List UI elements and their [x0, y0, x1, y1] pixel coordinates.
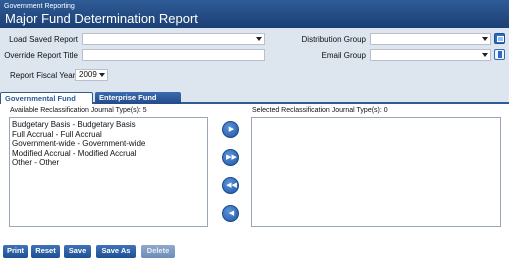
reset-button[interactable]: Reset — [31, 245, 60, 258]
chevron-left-icon: ◀ — [228, 210, 235, 217]
selected-journal-types-list[interactable] — [251, 117, 501, 227]
move-right-button[interactable]: ▶ — [222, 121, 239, 138]
save-as-button[interactable]: Save As — [96, 245, 136, 258]
distribution-group-select[interactable] — [370, 33, 491, 45]
delete-button[interactable]: Delete — [141, 245, 175, 258]
fiscal-year-value: 2009 — [79, 70, 97, 79]
email-group-label: Email Group — [321, 51, 366, 60]
breadcrumb: Government Reporting — [4, 3, 75, 10]
print-button[interactable]: Print — [3, 245, 28, 258]
tab-governmental-fund-types[interactable]: Governmental Fund Types — [0, 92, 93, 114]
chevron-right-icon: ▶ — [228, 126, 235, 133]
move-all-left-button[interactable]: ◀◀ — [222, 177, 239, 194]
chevron-down-icon — [99, 73, 105, 77]
load-saved-report-select[interactable] — [82, 33, 265, 45]
available-journal-types-list[interactable]: Budgetary Basis - Budgetary Basis Full A… — [9, 117, 208, 227]
selected-list-title: Selected Reclassification Journal Type(s… — [252, 107, 388, 114]
list-item[interactable]: Budgetary Basis - Budgetary Basis — [10, 120, 207, 130]
report-fiscal-year-label: Report Fiscal Year — [10, 71, 76, 80]
chevron-down-icon — [482, 53, 488, 57]
double-chevron-right-icon: ▶▶ — [226, 154, 237, 161]
list-item[interactable]: Other - Other — [10, 158, 207, 168]
distribution-group-label: Distribution Group — [301, 35, 366, 44]
distribution-group-lookup-icon[interactable] — [494, 33, 505, 44]
list-item[interactable]: Government-wide - Government-wide — [10, 139, 207, 149]
available-list-title: Available Reclassification Journal Type(… — [10, 107, 147, 114]
list-item[interactable]: Modified Accrual - Modified Accrual — [10, 149, 207, 159]
override-report-title-input[interactable] — [82, 49, 265, 61]
move-left-button[interactable]: ◀ — [222, 205, 239, 222]
fiscal-year-select[interactable]: 2009 — [75, 69, 108, 81]
email-group-select[interactable] — [370, 49, 491, 61]
save-button[interactable]: Save — [64, 245, 91, 258]
move-all-right-button[interactable]: ▶▶ — [222, 149, 239, 166]
override-report-title-label: Override Report Title — [4, 51, 78, 60]
page-header: Government Reporting Major Fund Determin… — [0, 0, 509, 28]
email-group-address-book-icon[interactable] — [494, 49, 505, 60]
load-saved-report-label: Load Saved Report — [9, 35, 78, 44]
double-chevron-left-icon: ◀◀ — [226, 182, 237, 189]
chevron-down-icon — [256, 37, 262, 41]
chevron-down-icon — [482, 37, 488, 41]
list-item[interactable]: Full Accrual - Full Accrual — [10, 130, 207, 140]
page-title: Major Fund Determination Report — [5, 11, 198, 26]
tab-bar: Governmental Fund Types Enterprise Fund … — [0, 92, 509, 114]
tab-enterprise-fund-types[interactable]: Enterprise Fund Types — [95, 92, 181, 113]
